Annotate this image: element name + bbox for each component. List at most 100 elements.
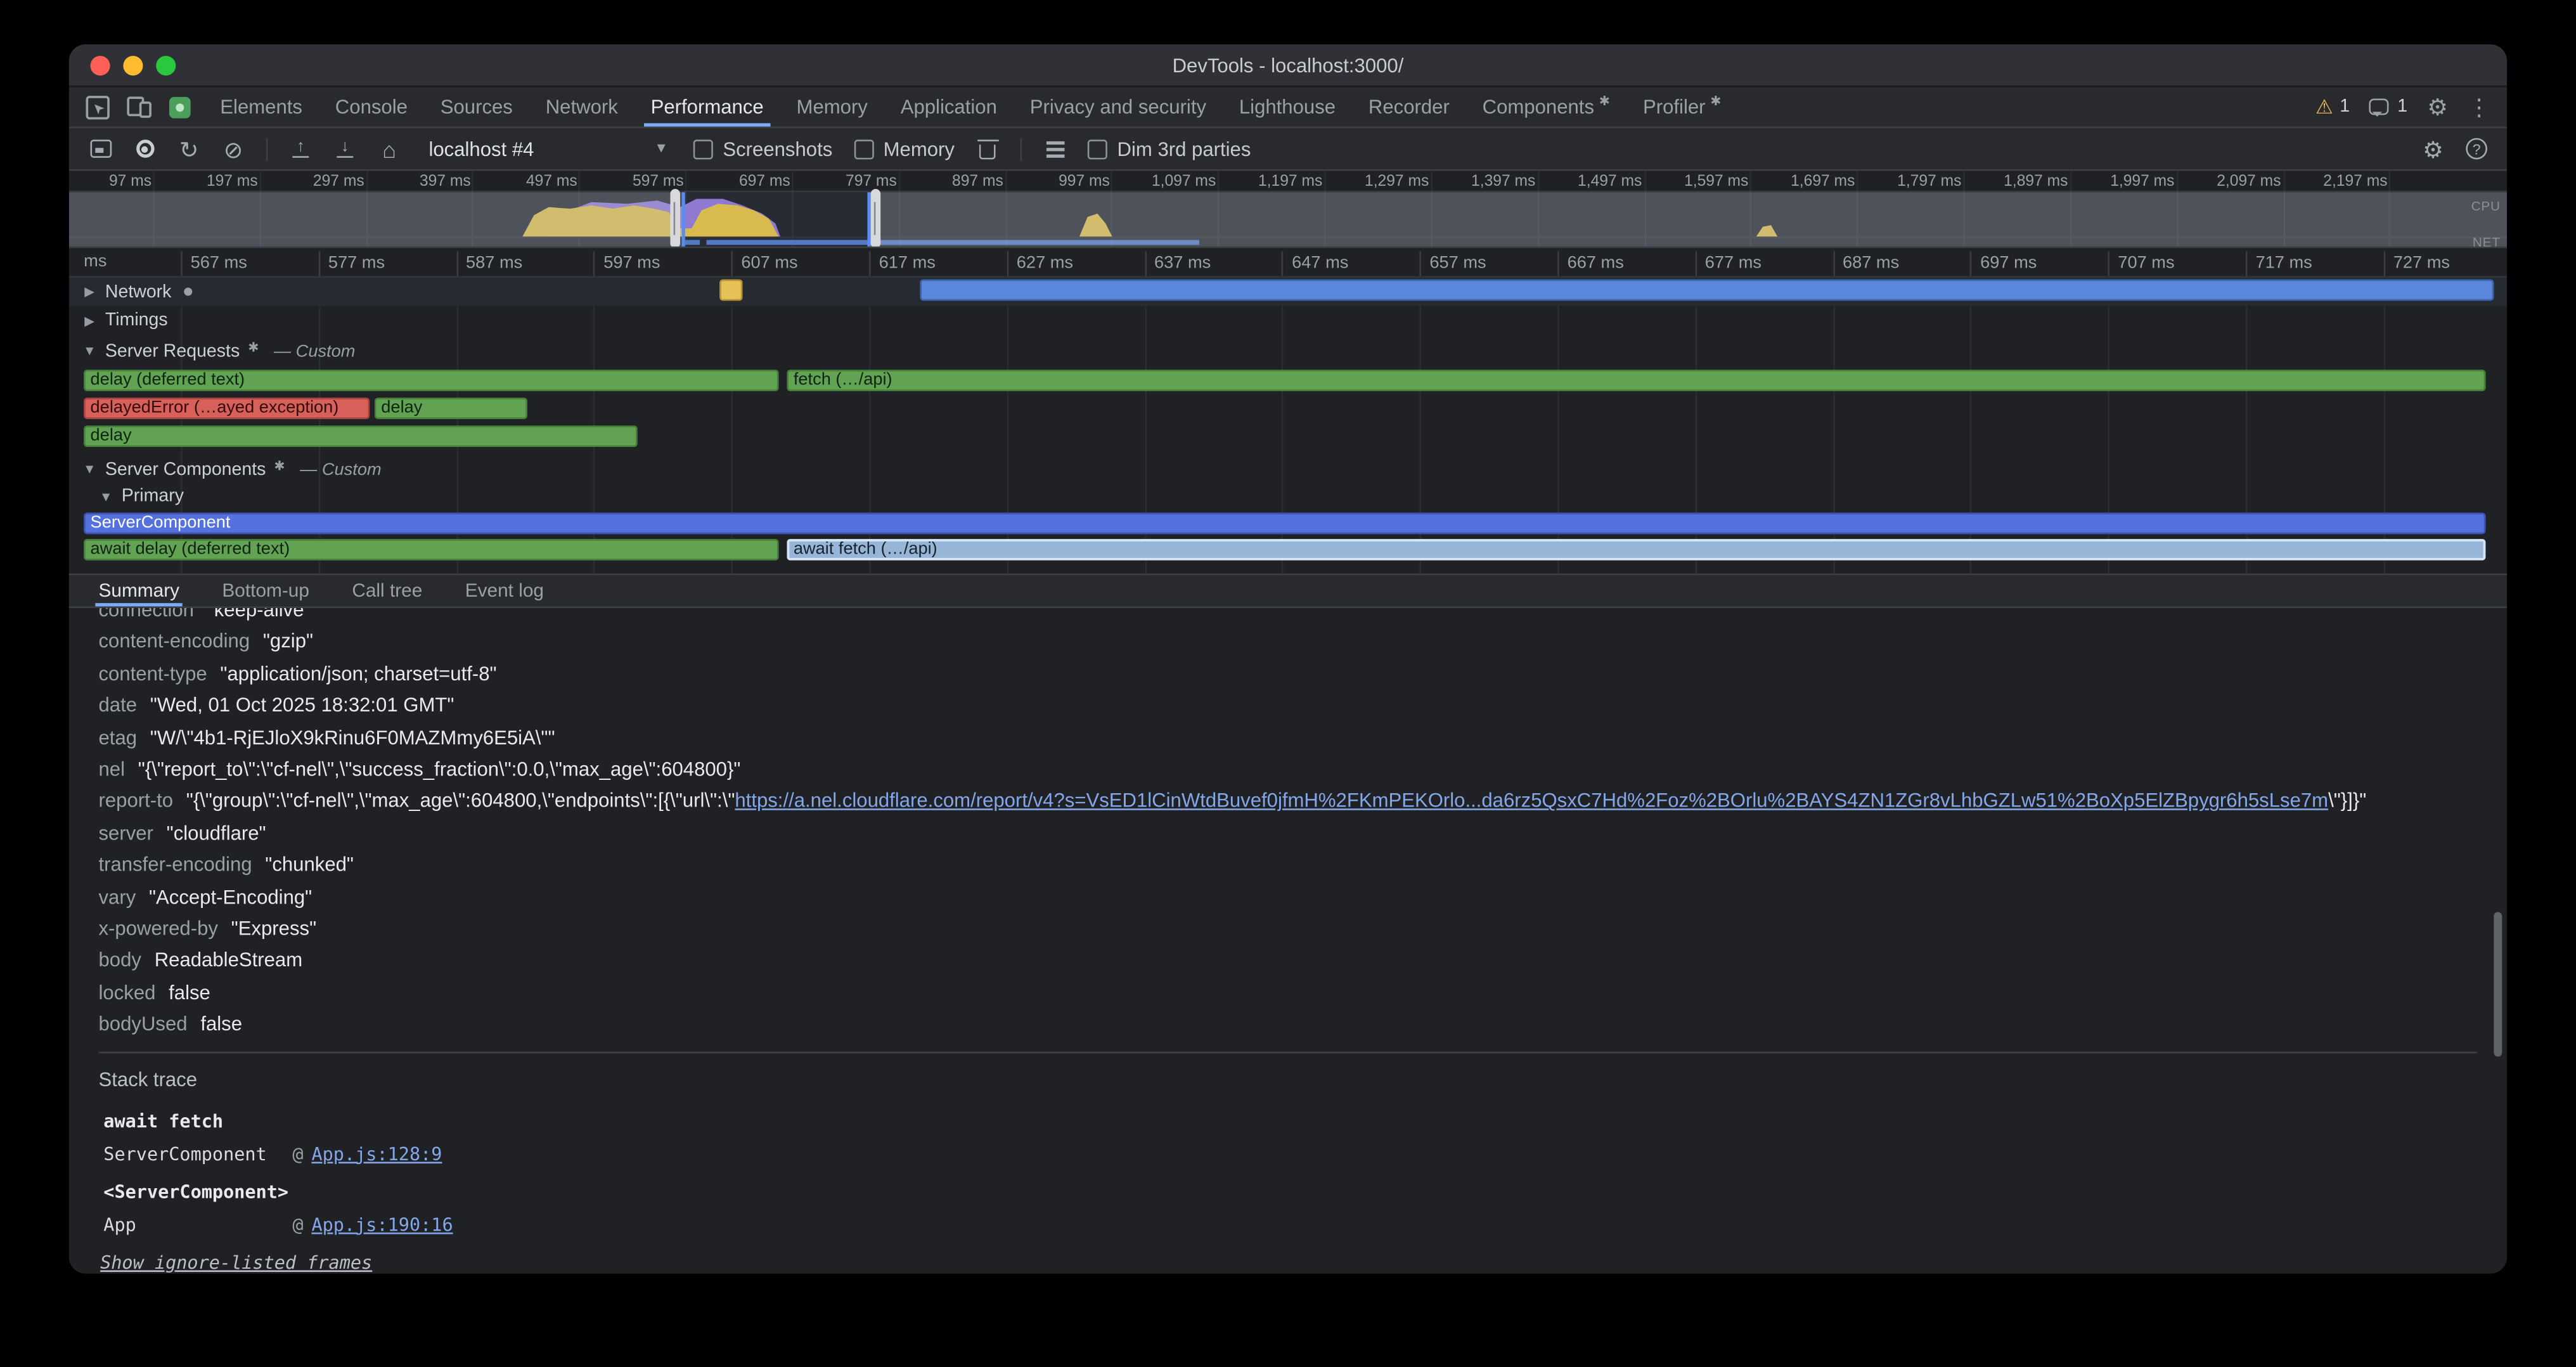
- overview-time-label: 1,297 ms: [1365, 172, 1429, 191]
- ruler-tick-label: 617 ms: [869, 252, 936, 278]
- screenshots-checkbox[interactable]: Screenshots: [693, 137, 833, 160]
- react-devtools-icon[interactable]: [169, 96, 191, 118]
- tab-call-tree[interactable]: Call tree: [352, 575, 422, 606]
- tab-elements[interactable]: Elements: [203, 87, 319, 126]
- flame-bar-delay[interactable]: delay: [375, 398, 527, 419]
- tab-recorder[interactable]: Recorder: [1352, 87, 1466, 126]
- overview-time-label: 1,597 ms: [1684, 172, 1748, 191]
- cpu-lane-label: CPU: [2471, 199, 2501, 214]
- expand-arrow-icon[interactable]: ▼: [82, 344, 97, 358]
- tab-profiler[interactable]: Profiler✱: [1626, 87, 1738, 126]
- flame-bar-await-fetch-api-[interactable]: await fetch (…/api): [787, 539, 2485, 560]
- expand-arrow-icon[interactable]: ▼: [82, 462, 97, 476]
- source-location-link[interactable]: App.js:128:9: [311, 1138, 442, 1169]
- server-requests-lane: delay (deferred text) fetch (…/api): [69, 368, 2507, 394]
- ruler-unit-label: ms: [84, 248, 106, 276]
- warnings-indicator[interactable]: ⚠ 1: [2315, 97, 2350, 117]
- frame-at: @: [292, 1209, 303, 1240]
- tab-performance[interactable]: Performance: [634, 87, 780, 126]
- extension-badge-icon: ✱: [248, 340, 259, 355]
- tab-bottom-up[interactable]: Bottom-up: [222, 575, 309, 606]
- tab-network[interactable]: Network: [529, 87, 634, 126]
- tab-lighthouse[interactable]: Lighthouse: [1223, 87, 1352, 126]
- selection-handle-left[interactable]: [670, 189, 680, 248]
- dim-3rd-parties-checkbox[interactable]: Dim 3rd parties: [1088, 137, 1251, 160]
- expand-arrow-icon[interactable]: ▼: [99, 489, 113, 503]
- collect-garbage-button[interactable]: [976, 139, 999, 159]
- collapse-arrow-icon[interactable]: ▶: [82, 284, 97, 299]
- flame-bar-delayederror-ayed-exception-[interactable]: delayedError (…ayed exception): [84, 398, 370, 419]
- flame-bar-fetch-api-[interactable]: fetch (…/api): [787, 370, 2485, 391]
- track-server-components[interactable]: ▼ Server Components ✱ — Custom: [69, 455, 2507, 483]
- clear-button[interactable]: ⊘: [222, 137, 245, 160]
- track-suffix: — Custom: [274, 341, 356, 361]
- settings-gear-icon[interactable]: ⚙: [2427, 95, 2448, 118]
- summary-property: etag"W/\"4b1-RjEJloX9kRinu6F0MAZMmy6E5iA…: [99, 722, 2508, 754]
- property-value: "Accept-Encoding": [149, 885, 312, 908]
- summary-pane[interactable]: connection"keep-alive"content-encoding"g…: [69, 608, 2507, 1274]
- tab-event-log[interactable]: Event log: [465, 575, 544, 606]
- chevron-down-icon: ▾: [657, 139, 666, 158]
- overview-time-label: 2,097 ms: [2217, 172, 2281, 191]
- live-metrics-button[interactable]: [89, 139, 112, 158]
- record-button[interactable]: [133, 139, 156, 158]
- report-url-link[interactable]: https://a.nel.cloudflare.com/report/v4?s…: [735, 789, 2328, 812]
- overview-time-label: 597 ms: [633, 172, 684, 191]
- track-timings[interactable]: ▶ Timings: [69, 306, 2507, 335]
- tab-sources[interactable]: Sources: [424, 87, 529, 126]
- selection-handle-right[interactable]: [871, 189, 881, 248]
- flame-bar-delay-deferred-text-[interactable]: delay (deferred text): [84, 370, 778, 391]
- tab-summary[interactable]: Summary: [99, 575, 180, 606]
- more-options-icon[interactable]: ⋮: [2468, 95, 2490, 118]
- capture-settings-gear-icon[interactable]: ⚙: [2421, 137, 2444, 160]
- collapse-arrow-icon[interactable]: ▶: [82, 313, 97, 328]
- property-value: "keep-alive": [207, 608, 311, 621]
- server-requests-lane: delayedError (…ayed exception)delay: [69, 396, 2507, 422]
- property-key: locked: [99, 981, 156, 1004]
- inspect-icon[interactable]: [86, 94, 110, 119]
- source-location-link[interactable]: App.js:190:16: [311, 1209, 453, 1240]
- property-value: "W/\"4b1-RjEJloX9kRinu6F0MAZMmy6E5iA\"": [150, 726, 555, 749]
- history-select[interactable]: localhost #4 ▾: [422, 134, 672, 164]
- reload-and-record-button[interactable]: ↻: [177, 137, 200, 160]
- details-tabbar: Summary Bottom-up Call tree Event log: [69, 574, 2507, 608]
- track-primary-group[interactable]: ▼ Primary: [69, 483, 2507, 509]
- scrollbar-thumb[interactable]: [2494, 912, 2502, 1056]
- track-server-requests[interactable]: ▼ Server Requests ✱ — Custom: [69, 335, 2507, 366]
- property-value: false: [200, 1013, 242, 1035]
- help-button[interactable]: ?: [2466, 138, 2487, 160]
- track-config-dot: [184, 288, 193, 296]
- load-profile-button[interactable]: ↑: [289, 139, 312, 158]
- flame-bar-servercomponent[interactable]: ServerComponent: [84, 513, 2485, 534]
- tab-memory[interactable]: Memory: [780, 87, 884, 126]
- summary-property: content-encoding"gzip": [99, 627, 2508, 659]
- summary-property: date"Wed, 01 Oct 2025 18:32:01 GMT": [99, 690, 2508, 722]
- tab-console[interactable]: Console: [319, 87, 424, 126]
- tab-components[interactable]: Components✱: [1466, 87, 1626, 126]
- memory-checkbox[interactable]: Memory: [854, 137, 955, 160]
- device-toolbar-icon[interactable]: [127, 95, 153, 118]
- show-ignore-listed-link[interactable]: Show ignore-listed frames: [99, 1252, 373, 1273]
- issues-indicator[interactable]: 1: [2369, 97, 2407, 117]
- toolbar-divider: [1021, 137, 1022, 160]
- tab-application[interactable]: Application: [884, 87, 1014, 126]
- track-label: Server Components: [105, 459, 266, 479]
- property-value: ReadableStream: [155, 949, 302, 972]
- track-label: Network: [105, 282, 172, 301]
- panel-tabs: ElementsConsoleSourcesNetworkPerformance…: [203, 87, 1737, 126]
- flame-bar-delay[interactable]: delay: [84, 425, 637, 447]
- flame-chart[interactable]: delay (deferred text) fetch (…/api) delay…: [69, 278, 2507, 574]
- save-profile-button[interactable]: ↓: [333, 139, 356, 158]
- overview-time-label: 1,797 ms: [1897, 172, 1961, 191]
- track-network[interactable]: ▶ Network: [69, 278, 2507, 306]
- overview-time-label: 1,397 ms: [1471, 172, 1535, 191]
- flame-settings-button[interactable]: [1043, 147, 1066, 150]
- checkbox-box: [1088, 139, 1107, 159]
- timeline-overview[interactable]: 97 ms197 ms297 ms397 ms497 ms597 ms697 m…: [69, 171, 2507, 249]
- frame-function: App: [103, 1209, 292, 1240]
- property-key: bodyUsed: [99, 1013, 188, 1035]
- frame-function: ServerComponent: [103, 1138, 292, 1169]
- home-button[interactable]: ⌂: [378, 137, 401, 160]
- flame-bar-await-delay-deferred-text-[interactable]: await delay (deferred text): [84, 539, 778, 560]
- tab-privacy-and-security[interactable]: Privacy and security: [1014, 87, 1223, 126]
